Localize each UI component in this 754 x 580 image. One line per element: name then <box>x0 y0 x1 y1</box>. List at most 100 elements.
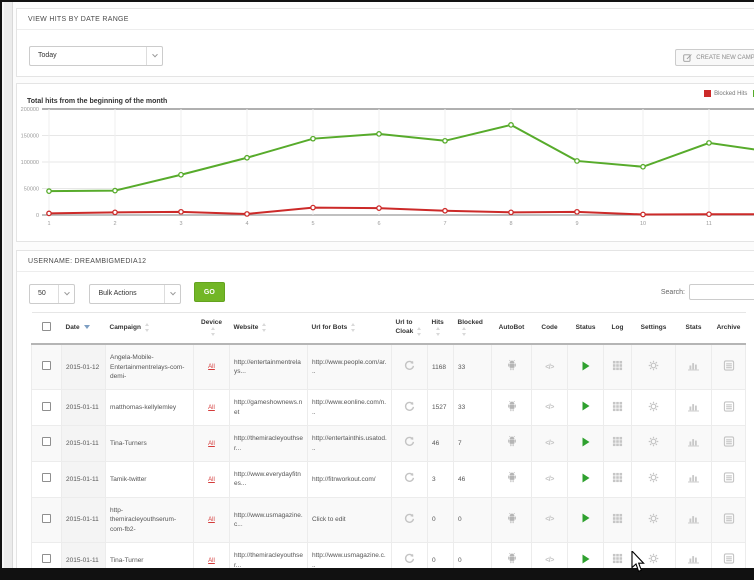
bar-chart-stats-icon[interactable] <box>687 436 700 447</box>
cloak-refresh-icon[interactable] <box>404 436 415 447</box>
device-all-link[interactable]: All <box>208 364 215 370</box>
android-robot-icon[interactable] <box>506 400 518 413</box>
bar-chart-stats-icon[interactable] <box>687 472 700 483</box>
android-robot-icon[interactable] <box>506 359 518 372</box>
gear-icon[interactable] <box>648 401 659 412</box>
android-robot-icon[interactable] <box>506 552 518 565</box>
log-grid-icon[interactable] <box>612 513 623 524</box>
cloak-refresh-icon[interactable] <box>404 513 415 524</box>
column-header-website[interactable]: Website <box>230 313 308 345</box>
android-robot-icon[interactable] <box>506 512 518 525</box>
play-status-icon[interactable] <box>582 361 590 371</box>
archive-box-icon[interactable] <box>723 513 735 524</box>
cloak-refresh-icon[interactable] <box>404 553 415 564</box>
url-for-bots-cell[interactable]: http://www.usmagazine.c... <box>308 543 392 568</box>
column-header-date[interactable]: Date <box>62 313 106 345</box>
play-status-icon[interactable] <box>582 513 590 523</box>
url-for-bots-cell[interactable]: http://fitnworkout.com/ <box>308 462 392 498</box>
data-point <box>707 212 711 216</box>
play-status-icon[interactable] <box>582 473 590 483</box>
gear-icon[interactable] <box>648 553 659 564</box>
archive-box-icon[interactable] <box>723 401 735 412</box>
data-point <box>377 206 381 210</box>
sort-icon[interactable] <box>350 323 357 332</box>
bar-chart-stats-icon[interactable] <box>687 360 700 371</box>
gear-icon[interactable] <box>648 472 659 483</box>
device-all-link[interactable]: All <box>208 558 215 564</box>
blocked-cell: 0 <box>454 543 492 568</box>
log-grid-icon[interactable] <box>612 472 623 483</box>
device-all-link[interactable]: All <box>208 517 215 523</box>
x-tick-label: 9 <box>575 221 578 227</box>
log-grid-icon[interactable] <box>612 401 623 412</box>
chart-title-row: Total hits from the beginning of the mon… <box>17 90 754 103</box>
url-for-bots-cell[interactable]: Click to edit <box>308 497 392 542</box>
cloak-refresh-icon[interactable] <box>404 401 415 412</box>
log-grid-icon[interactable] <box>612 553 623 564</box>
archive-box-icon[interactable] <box>723 436 735 447</box>
cloak-refresh-icon[interactable] <box>404 360 415 371</box>
sort-icon[interactable] <box>416 327 423 336</box>
column-header-url-to-cloak[interactable]: Url to Cloak <box>392 313 428 345</box>
android-robot-icon[interactable] <box>506 435 518 448</box>
sort-icon[interactable] <box>435 327 442 336</box>
page-size-select[interactable]: 50 <box>29 284 75 304</box>
log-grid-icon[interactable] <box>612 360 623 371</box>
legend-item[interactable]: Blocked Hits <box>704 90 747 97</box>
gear-icon[interactable] <box>648 513 659 524</box>
gear-icon[interactable] <box>648 436 659 447</box>
date-cell: 2015-01-11 <box>62 543 106 568</box>
bar-chart-stats-icon[interactable] <box>687 401 700 412</box>
archive-box-icon[interactable] <box>723 360 735 371</box>
column-header-code: Code <box>532 313 568 345</box>
url-for-bots-cell[interactable]: http://www.eonline.com/n... <box>308 390 392 426</box>
sort-icon[interactable] <box>461 327 468 336</box>
play-status-icon[interactable] <box>582 554 590 564</box>
row-checkbox[interactable] <box>42 554 51 563</box>
archive-box-icon[interactable] <box>723 553 735 564</box>
column-header-url-for-bots[interactable]: Url for Bots <box>308 313 392 345</box>
select-all-checkbox[interactable] <box>42 322 51 331</box>
cloak-refresh-icon[interactable] <box>404 472 415 483</box>
bar-chart-stats-icon[interactable] <box>687 553 700 564</box>
date-cell: 2015-01-11 <box>62 390 106 426</box>
row-checkbox[interactable] <box>42 402 51 411</box>
create-new-campaign-button[interactable]: CREATE NEW CAMPAIGN <box>675 49 754 66</box>
go-button[interactable]: GO <box>194 282 225 302</box>
column-header-device[interactable]: Device <box>194 313 230 345</box>
sort-desc-icon[interactable] <box>84 325 90 329</box>
hits-cell: 3 <box>428 462 454 498</box>
date-range-select[interactable]: Today <box>29 46 163 66</box>
device-cell: All <box>194 462 230 498</box>
archive-box-icon[interactable] <box>723 472 735 483</box>
bulk-actions-select[interactable]: Bulk Actions <box>89 284 181 304</box>
gear-icon[interactable] <box>648 360 659 371</box>
sort-icon[interactable] <box>261 323 268 332</box>
campaign-cell: Tamik-twitter <box>106 462 194 498</box>
column-header-campaign[interactable]: Campaign <box>106 313 194 345</box>
search-input[interactable] <box>689 284 754 300</box>
status-cell <box>568 344 604 390</box>
row-checkbox[interactable] <box>42 437 51 446</box>
row-checkbox[interactable] <box>42 361 51 370</box>
column-header-hits[interactable]: Hits <box>428 313 454 345</box>
sort-icon[interactable] <box>210 327 217 336</box>
column-header-blocked[interactable]: Blocked <box>454 313 492 345</box>
log-grid-icon[interactable] <box>612 436 623 447</box>
url-for-bots-cell[interactable]: http://www.people.com/ar... <box>308 344 392 390</box>
play-status-icon[interactable] <box>582 401 590 411</box>
device-cell: All <box>194 497 230 542</box>
device-all-link[interactable]: All <box>208 477 215 483</box>
device-all-link[interactable]: All <box>208 441 215 447</box>
device-all-link[interactable]: All <box>208 405 215 411</box>
bar-chart-stats-icon[interactable] <box>687 513 700 524</box>
row-checkbox[interactable] <box>42 514 51 523</box>
row-select-cell <box>32 543 62 568</box>
url-for-bots-cell[interactable]: http://entertainthis.usatod... <box>308 426 392 462</box>
sort-icon[interactable] <box>144 323 151 332</box>
status-cell <box>568 543 604 568</box>
row-checkbox[interactable] <box>42 473 51 482</box>
column-header-label: Device <box>201 319 222 326</box>
android-robot-icon[interactable] <box>506 471 518 484</box>
play-status-icon[interactable] <box>582 437 590 447</box>
